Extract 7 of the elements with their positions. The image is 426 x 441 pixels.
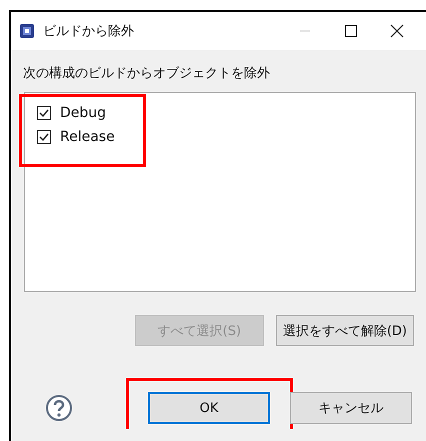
selection-button[interactable]: 選択をすべて解除(D) xyxy=(276,315,414,346)
cancel-button[interactable]: キャンセル xyxy=(290,392,412,424)
prompt-label: 次の構成のビルドからオブジェクトを除外 xyxy=(23,65,271,82)
configuration-label: Release xyxy=(60,129,115,145)
window-title: ビルドから除外 xyxy=(43,23,134,40)
configuration-label: Debug xyxy=(60,105,106,121)
ok-button[interactable]: OK xyxy=(148,392,270,424)
